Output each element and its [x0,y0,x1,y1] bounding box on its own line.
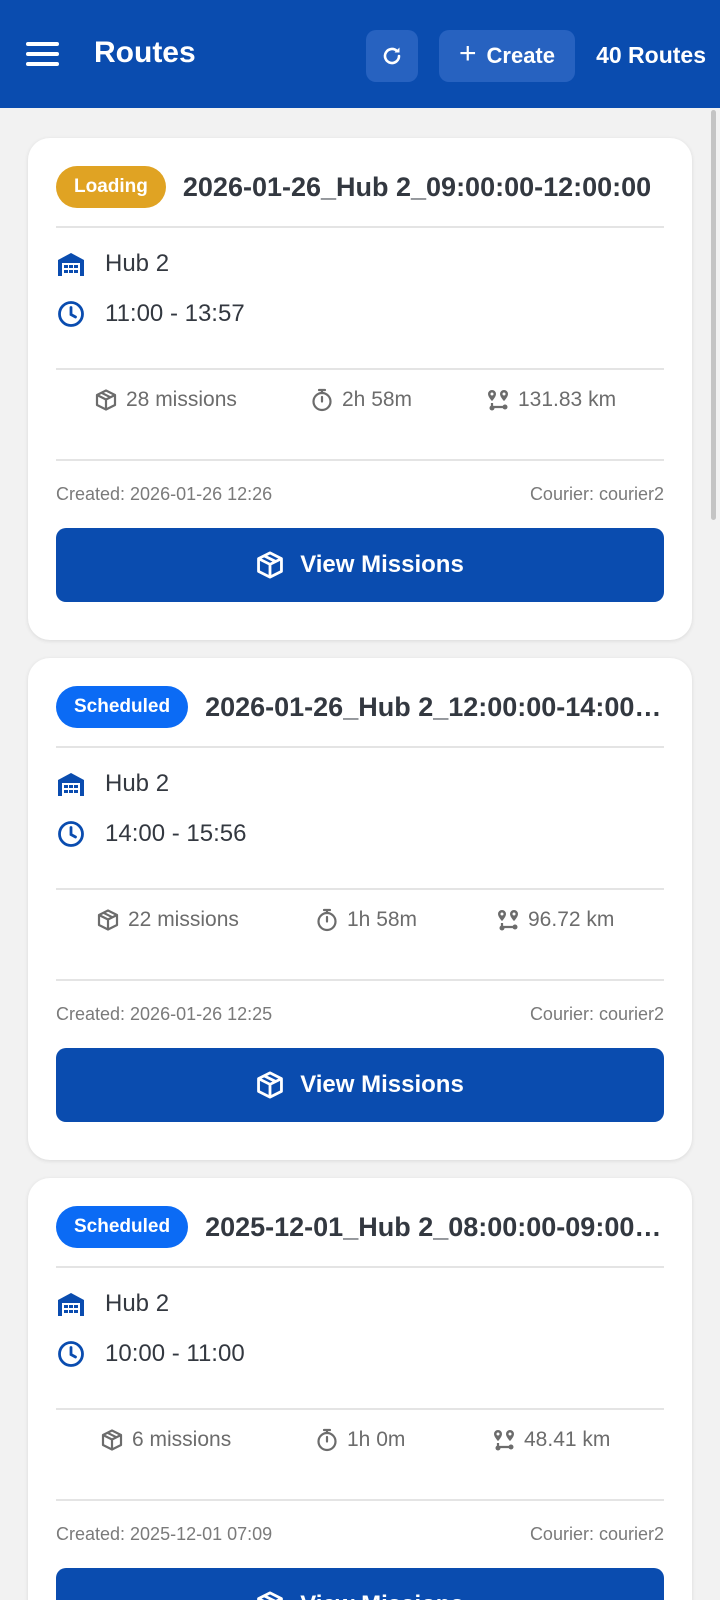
duration-value: 1h 0m [347,1428,406,1451]
plus-icon: + [458,37,477,70]
status-badge: Scheduled [56,1206,189,1248]
created-date: Created: 2026-01-26 12:25 [56,1004,273,1024]
created-date: Created: 2026-01-26 12:26 [56,484,273,504]
divider [56,226,664,228]
courier-name: Courier: courier2 [529,1524,664,1544]
view-missions-label: View Missions [300,1591,464,1600]
distance-stat: 131.83 km [486,388,616,412]
time-window: 10:00 - 11:00 [105,1340,245,1367]
refresh-button[interactable] [366,30,418,82]
clock-icon [56,299,86,329]
courier-name: Courier: courier2 [529,1004,664,1024]
create-button-label: Create [486,43,555,68]
stopwatch-icon [310,388,334,412]
box-icon [96,908,120,932]
route-name: 2026-01-26_Hub 2_09:00:00-12:00:00 [182,171,652,202]
divider [56,746,664,748]
route-pins-icon [486,388,510,412]
route-name: 2025-12-01_Hub 2_08:00:00-09:00:00 [205,1211,664,1242]
distance-stat: 48.41 km [492,1428,610,1452]
refresh-icon [383,47,401,65]
box-icon [257,1591,284,1600]
create-route-button[interactable]: + Create [439,30,575,82]
courier-name: Courier: courier2 [529,484,664,504]
route-card: Scheduled 2025-12-01_Hub 2_08:00:00-09:0… [28,1178,692,1600]
warehouse-icon [56,1289,86,1319]
created-date: Created: 2025-12-01 07:09 [56,1524,273,1544]
route-name: 2026-01-26_Hub 2_12:00:00-14:00:00 [205,691,664,722]
route-count: 40 Routes [596,42,706,68]
missions-stat: 28 missions [94,388,237,412]
view-missions-button[interactable]: View Missions [56,528,664,602]
missions-stat: 6 missions [100,1428,231,1452]
divider [56,1408,664,1410]
distance-value: 48.41 km [524,1428,611,1451]
distance-value: 131.83 km [518,388,617,411]
time-window: 14:00 - 15:56 [105,820,247,847]
missions-stat: 22 missions [96,908,239,932]
box-icon [100,1428,124,1452]
route-pins-icon [496,908,520,932]
warehouse-icon [56,769,86,799]
stopwatch-icon [315,1428,339,1452]
status-badge: Loading [56,166,166,208]
view-missions-button[interactable]: View Missions [56,1568,664,1600]
route-card: Loading 2026-01-26_Hub 2_09:00:00-12:00:… [28,138,692,640]
page-title: Routes [94,36,196,69]
distance-stat: 96.72 km [496,908,614,932]
stopwatch-icon [315,908,339,932]
divider [56,1266,664,1268]
hub-name: Hub 2 [105,1290,170,1317]
divider [56,1499,664,1501]
clock-icon [56,1339,86,1369]
duration-stat: 2h 58m [310,388,412,412]
hub-name: Hub 2 [105,770,170,797]
box-icon [94,388,118,412]
box-icon [257,1071,284,1099]
app-bar: Routes + Create 40 Routes [0,0,720,108]
missions-count: 22 missions [128,908,239,931]
view-missions-label: View Missions [300,551,464,578]
divider [56,979,664,981]
distance-value: 96.72 km [528,908,615,931]
view-missions-label: View Missions [300,1071,464,1098]
hub-name: Hub 2 [105,250,170,277]
hamburger-menu-icon[interactable] [26,40,60,68]
missions-count: 6 missions [132,1428,232,1451]
duration-stat: 1h 0m [315,1428,405,1452]
duration-value: 2h 58m [342,388,413,411]
box-icon [257,551,284,579]
time-window: 11:00 - 13:57 [105,300,245,327]
duration-stat: 1h 58m [315,908,417,932]
clock-icon [56,819,86,849]
status-badge: Scheduled [56,686,189,728]
view-missions-button[interactable]: View Missions [56,1048,664,1122]
divider [56,888,664,890]
missions-count: 28 missions [126,388,237,411]
warehouse-icon [56,249,86,279]
route-card: Scheduled 2026-01-26_Hub 2_12:00:00-14:0… [28,658,692,1160]
route-pins-icon [492,1428,516,1452]
scrollbar[interactable] [711,110,716,520]
divider [56,459,664,461]
duration-value: 1h 58m [347,908,418,931]
divider [56,368,664,370]
